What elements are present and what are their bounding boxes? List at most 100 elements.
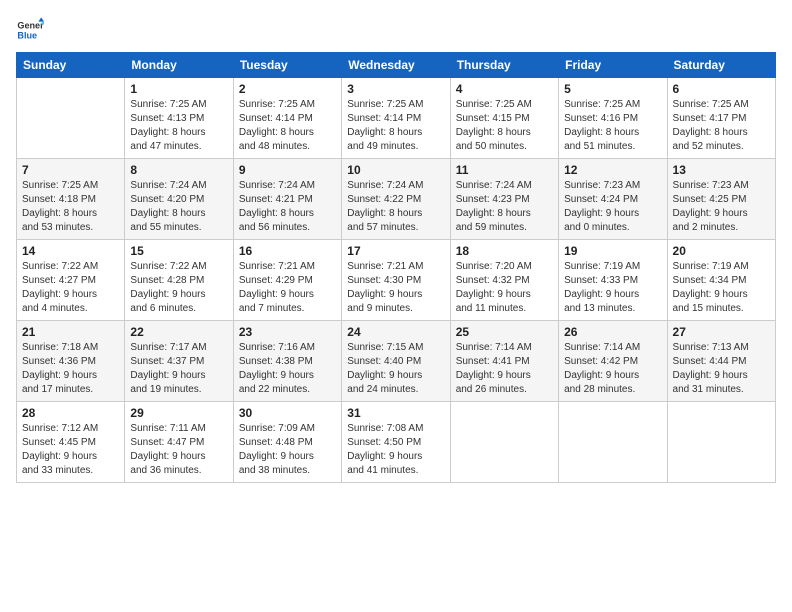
- svg-text:General: General: [17, 21, 44, 31]
- calendar-cell: 23Sunrise: 7:16 AMSunset: 4:38 PMDayligh…: [233, 321, 341, 402]
- calendar-cell: 20 Sunrise: 7:19 AMSunset: 4:34 PMDayligh…: [667, 240, 775, 321]
- weekday-header-monday: Monday: [125, 53, 233, 78]
- calendar-cell: 2 Sunrise: 7:25 AMSunset: 4:14 PMDaylight…: [233, 78, 341, 159]
- day-number: 1: [130, 82, 227, 96]
- day-info: Sunrise: 7:24 AMSunset: 4:23 PMDaylight:…: [456, 179, 553, 235]
- logo-icon: General Blue: [16, 16, 44, 44]
- calendar-cell: 11 Sunrise: 7:24 AMSunset: 4:23 PMDayligh…: [450, 159, 558, 240]
- day-number: 6: [673, 82, 770, 96]
- calendar-cell: 17 Sunrise: 7:21 AMSunset: 4:30 PMDayligh…: [342, 240, 450, 321]
- day-info: Sunrise: 7:25 AMSunset: 4:15 PMDaylight:…: [456, 98, 553, 154]
- day-number: 13: [673, 163, 770, 177]
- day-number: 30: [239, 406, 336, 420]
- day-info: Sunrise: 7:25 AMSunset: 4:14 PMDaylight:…: [239, 98, 336, 154]
- day-info: Sunrise: 7:19 AMSunset: 4:34 PMDaylight:…: [673, 260, 770, 316]
- calendar-cell: 21 Sunrise: 7:18 AMSunset: 4:36 PMDayligh…: [17, 321, 125, 402]
- day-number: 21: [22, 325, 119, 339]
- day-number: 3: [347, 82, 444, 96]
- day-info: Sunrise: 7:23 AMSunset: 4:25 PMDaylight:…: [673, 179, 770, 235]
- day-info: Sunrise: 7:19 AMSunset: 4:33 PMDaylight:…: [564, 260, 661, 316]
- day-info: Sunrise: 7:14 AMSunset: 4:41 PMDaylight:…: [456, 341, 553, 397]
- day-number: 16: [239, 244, 336, 258]
- day-info: Sunrise: 7:25 AMSunset: 4:16 PMDaylight:…: [564, 98, 661, 154]
- day-number: 18: [456, 244, 553, 258]
- calendar-cell: 14 Sunrise: 7:22 AMSunset: 4:27 PMDayligh…: [17, 240, 125, 321]
- day-number: 17: [347, 244, 444, 258]
- calendar-cell: 10Sunrise: 7:24 AMSunset: 4:22 PMDayligh…: [342, 159, 450, 240]
- calendar-cell: 30 Sunrise: 7:09 AMSunset: 4:48 PMDayligh…: [233, 402, 341, 483]
- day-number: 10: [347, 163, 444, 177]
- calendar-cell: 7 Sunrise: 7:25 AMSunset: 4:18 PMDaylight…: [17, 159, 125, 240]
- day-info: Sunrise: 7:24 AMSunset: 4:21 PMDaylight:…: [239, 179, 336, 235]
- day-info: Sunrise: 7:12 AMSunset: 4:45 PMDaylight:…: [22, 422, 119, 478]
- day-info: Sunrise: 7:08 AMSunset: 4:50 PMDaylight:…: [347, 422, 444, 478]
- day-number: 31: [347, 406, 444, 420]
- day-number: 27: [673, 325, 770, 339]
- day-number: 15: [130, 244, 227, 258]
- calendar-header-row: SundayMondayTuesdayWednesdayThursdayFrid…: [17, 53, 776, 78]
- calendar-cell: [667, 402, 775, 483]
- day-number: 25: [456, 325, 553, 339]
- day-info: Sunrise: 7:24 AMSunset: 4:20 PMDaylight:…: [130, 179, 227, 235]
- day-info: Sunrise: 7:20 AMSunset: 4:32 PMDaylight:…: [456, 260, 553, 316]
- calendar-cell: 26Sunrise: 7:14 AMSunset: 4:42 PMDayligh…: [559, 321, 667, 402]
- calendar-cell: 28 Sunrise: 7:12 AMSunset: 4:45 PMDayligh…: [17, 402, 125, 483]
- day-number: 8: [130, 163, 227, 177]
- calendar-week-row: 7 Sunrise: 7:25 AMSunset: 4:18 PMDaylight…: [17, 159, 776, 240]
- day-number: 12: [564, 163, 661, 177]
- day-info: Sunrise: 7:25 AMSunset: 4:17 PMDaylight:…: [673, 98, 770, 154]
- day-number: 24: [347, 325, 444, 339]
- day-info: Sunrise: 7:23 AMSunset: 4:24 PMDaylight:…: [564, 179, 661, 235]
- weekday-header-friday: Friday: [559, 53, 667, 78]
- day-info: Sunrise: 7:18 AMSunset: 4:36 PMDaylight:…: [22, 341, 119, 397]
- day-info: Sunrise: 7:22 AMSunset: 4:27 PMDaylight:…: [22, 260, 119, 316]
- calendar-cell: 9Sunrise: 7:24 AMSunset: 4:21 PMDaylight…: [233, 159, 341, 240]
- day-info: Sunrise: 7:17 AMSunset: 4:37 PMDaylight:…: [130, 341, 227, 397]
- day-info: Sunrise: 7:09 AMSunset: 4:48 PMDaylight:…: [239, 422, 336, 478]
- calendar-cell: 18 Sunrise: 7:20 AMSunset: 4:32 PMDayligh…: [450, 240, 558, 321]
- calendar-cell: 31 Sunrise: 7:08 AMSunset: 4:50 PMDayligh…: [342, 402, 450, 483]
- weekday-header-thursday: Thursday: [450, 53, 558, 78]
- day-info: Sunrise: 7:25 AMSunset: 4:18 PMDaylight:…: [22, 179, 119, 235]
- day-info: Sunrise: 7:21 AMSunset: 4:30 PMDaylight:…: [347, 260, 444, 316]
- calendar-cell: 13 Sunrise: 7:23 AMSunset: 4:25 PMDayligh…: [667, 159, 775, 240]
- day-info: Sunrise: 7:21 AMSunset: 4:29 PMDaylight:…: [239, 260, 336, 316]
- day-number: 14: [22, 244, 119, 258]
- weekday-header-saturday: Saturday: [667, 53, 775, 78]
- calendar-cell: 5 Sunrise: 7:25 AMSunset: 4:16 PMDaylight…: [559, 78, 667, 159]
- day-number: 20: [673, 244, 770, 258]
- day-number: 11: [456, 163, 553, 177]
- calendar-cell: 15Sunrise: 7:22 AMSunset: 4:28 PMDayligh…: [125, 240, 233, 321]
- day-number: 5: [564, 82, 661, 96]
- calendar-cell: 6 Sunrise: 7:25 AMSunset: 4:17 PMDaylight…: [667, 78, 775, 159]
- day-number: 28: [22, 406, 119, 420]
- calendar-week-row: 21 Sunrise: 7:18 AMSunset: 4:36 PMDayligh…: [17, 321, 776, 402]
- weekday-header-wednesday: Wednesday: [342, 53, 450, 78]
- calendar-cell: 16 Sunrise: 7:21 AMSunset: 4:29 PMDayligh…: [233, 240, 341, 321]
- calendar-week-row: 14 Sunrise: 7:22 AMSunset: 4:27 PMDayligh…: [17, 240, 776, 321]
- day-number: 26: [564, 325, 661, 339]
- calendar-cell: 8 Sunrise: 7:24 AMSunset: 4:20 PMDaylight…: [125, 159, 233, 240]
- calendar-cell: [559, 402, 667, 483]
- day-info: Sunrise: 7:11 AMSunset: 4:47 PMDaylight:…: [130, 422, 227, 478]
- calendar-cell: 1 Sunrise: 7:25 AMSunset: 4:13 PMDaylight…: [125, 78, 233, 159]
- day-number: 7: [22, 163, 119, 177]
- day-info: Sunrise: 7:25 AMSunset: 4:14 PMDaylight:…: [347, 98, 444, 154]
- calendar-week-row: 1 Sunrise: 7:25 AMSunset: 4:13 PMDaylight…: [17, 78, 776, 159]
- logo: General Blue: [16, 16, 46, 44]
- calendar-week-row: 28 Sunrise: 7:12 AMSunset: 4:45 PMDayligh…: [17, 402, 776, 483]
- calendar-cell: 22 Sunrise: 7:17 AMSunset: 4:37 PMDayligh…: [125, 321, 233, 402]
- day-info: Sunrise: 7:15 AMSunset: 4:40 PMDaylight:…: [347, 341, 444, 397]
- weekday-header-tuesday: Tuesday: [233, 53, 341, 78]
- weekday-header-sunday: Sunday: [17, 53, 125, 78]
- day-number: 22: [130, 325, 227, 339]
- day-number: 2: [239, 82, 336, 96]
- day-info: Sunrise: 7:25 AMSunset: 4:13 PMDaylight:…: [130, 98, 227, 154]
- day-number: 19: [564, 244, 661, 258]
- calendar-cell: 29 Sunrise: 7:11 AMSunset: 4:47 PMDayligh…: [125, 402, 233, 483]
- calendar-cell: 4Sunrise: 7:25 AMSunset: 4:15 PMDaylight…: [450, 78, 558, 159]
- calendar-cell: 24 Sunrise: 7:15 AMSunset: 4:40 PMDayligh…: [342, 321, 450, 402]
- day-info: Sunrise: 7:16 AMSunset: 4:38 PMDaylight:…: [239, 341, 336, 397]
- day-number: 29: [130, 406, 227, 420]
- page-header: General Blue: [16, 16, 776, 44]
